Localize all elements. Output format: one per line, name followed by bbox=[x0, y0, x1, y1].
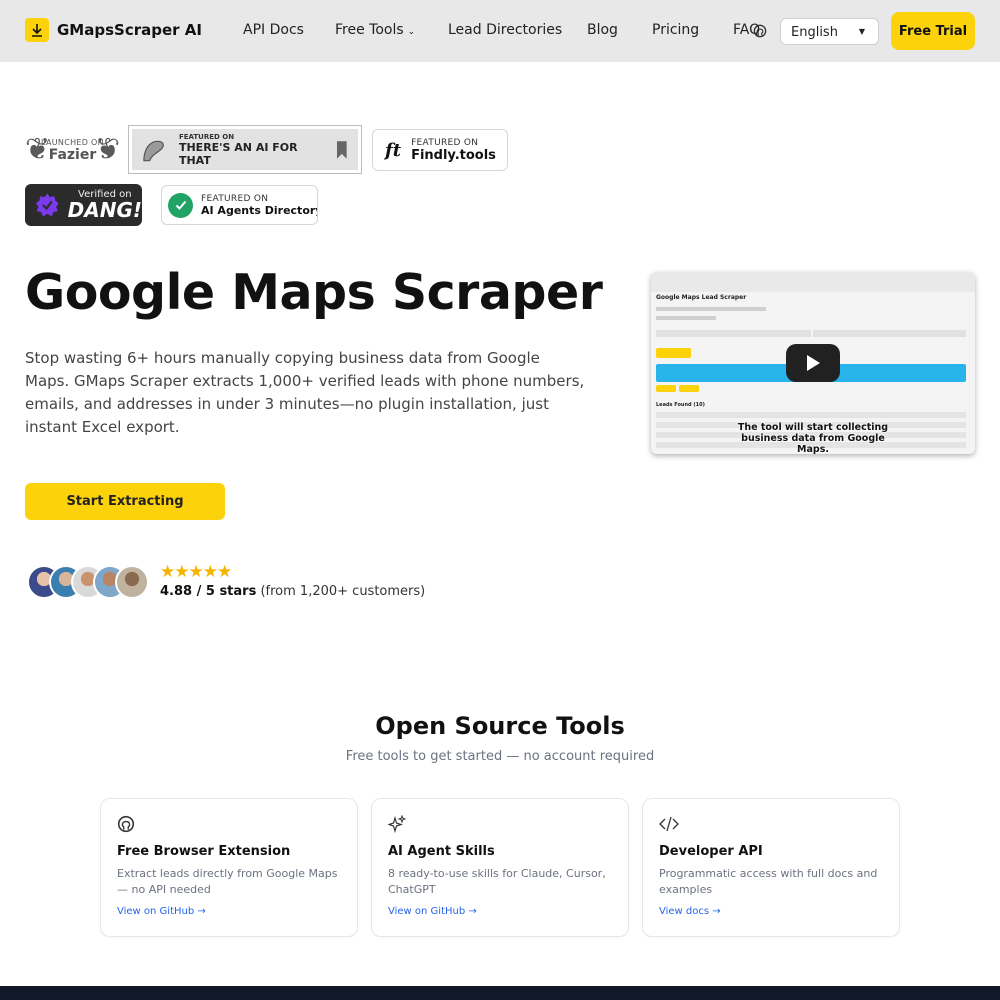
video-caption: The tool will start collecting business … bbox=[737, 422, 889, 454]
open-source-title: Open Source Tools bbox=[375, 712, 625, 740]
laurel-left-icon: ❦ bbox=[25, 132, 51, 167]
nav-pricing[interactable]: Pricing bbox=[652, 22, 699, 38]
badge-agents-small: FEATURED ON bbox=[201, 193, 269, 204]
open-source-subtitle: Free tools to get started — no account r… bbox=[345, 749, 655, 764]
card-description: Programmatic access with full docs and e… bbox=[659, 867, 878, 896]
badge-theres-an-ai-small: FEATURED ON bbox=[178, 132, 235, 141]
check-circle-icon bbox=[168, 192, 193, 218]
hero-title: Google Maps Scraper bbox=[25, 264, 603, 321]
video-app-header bbox=[651, 272, 975, 292]
caret-down-icon: ▼ bbox=[858, 27, 865, 36]
badge-theres-an-ai-big: THERE'S AN AI FOR THAT bbox=[178, 140, 298, 167]
badge-findly-big: Findly.tools bbox=[411, 147, 496, 163]
badge-findly-small: FEATURED ON bbox=[411, 137, 479, 148]
language-value: English bbox=[791, 25, 838, 40]
video-search-button bbox=[656, 348, 691, 358]
card-browser-extension[interactable]: Free Browser Extension Extract leads dir… bbox=[100, 798, 358, 937]
brand-logo[interactable]: GMapsScraper AI bbox=[25, 18, 202, 42]
nav-api-docs[interactable]: API Docs bbox=[243, 22, 304, 38]
badge-findly[interactable]: ft FEATURED ON Findly.tools bbox=[372, 129, 508, 171]
github-icon[interactable] bbox=[753, 23, 767, 42]
card-title: Developer API bbox=[659, 844, 763, 859]
hero-description: Stop wasting 6+ hours manually copying b… bbox=[25, 349, 585, 436]
download-icon bbox=[25, 18, 49, 42]
rating-stars: ★★★★★ bbox=[160, 562, 232, 582]
badge-dang-big: DANG! bbox=[67, 198, 142, 222]
verified-seal-icon bbox=[35, 193, 59, 217]
card-link[interactable]: View on GitHub → bbox=[117, 906, 206, 917]
nav-free-tools[interactable]: Free Tools ⌄ bbox=[335, 22, 415, 38]
video-input bbox=[813, 330, 966, 337]
video-table-row bbox=[656, 412, 966, 418]
sparkles-icon bbox=[387, 814, 407, 837]
card-title: AI Agent Skills bbox=[388, 844, 495, 859]
bookmark-icon bbox=[337, 140, 348, 159]
badge-fazier[interactable]: ❦ LAUNCHED ON Fazier ❦ bbox=[25, 127, 120, 173]
brand-name: GMapsScraper AI bbox=[57, 21, 202, 39]
badge-agents-big: AI Agents Directory bbox=[201, 203, 318, 217]
customer-avatars bbox=[27, 565, 149, 599]
language-select[interactable]: English ▼ bbox=[780, 18, 879, 45]
card-link[interactable]: View docs → bbox=[659, 906, 721, 917]
rating-value: 4.88 / 5 stars bbox=[160, 584, 257, 599]
robot-arm-icon bbox=[143, 140, 164, 161]
video-text-line bbox=[656, 316, 716, 320]
video-text-line bbox=[656, 307, 766, 311]
card-ai-agent-skills[interactable]: AI Agent Skills 8 ready-to-use skills fo… bbox=[371, 798, 629, 937]
badge-dang[interactable]: Verified on DANG! bbox=[25, 184, 142, 226]
rating-text: 4.88 / 5 stars (from 1,200+ customers) bbox=[160, 584, 425, 599]
top-nav: GMapsScraper AI API Docs Free Tools ⌄ Lea… bbox=[0, 0, 1000, 62]
card-link[interactable]: View on GitHub → bbox=[388, 906, 477, 917]
video-input bbox=[656, 330, 811, 337]
nav-lead-directories[interactable]: Lead Directories bbox=[448, 22, 562, 38]
chevron-down-icon: ⌄ bbox=[407, 27, 416, 37]
video-app-title: Google Maps Lead Scraper bbox=[656, 294, 747, 301]
badge-ai-agents-directory[interactable]: FEATURED ON AI Agents Directory bbox=[161, 185, 318, 225]
card-description: 8 ready-to-use skills for Claude, Cursor… bbox=[388, 867, 606, 896]
github-icon bbox=[117, 815, 135, 837]
rating-note: (from 1,200+ customers) bbox=[260, 584, 426, 599]
nav-blog[interactable]: Blog bbox=[587, 22, 618, 38]
demo-video[interactable]: Google Maps Lead Scraper Leads Found (10… bbox=[651, 272, 975, 454]
footer-band bbox=[0, 986, 1000, 1000]
video-export-button bbox=[656, 385, 676, 392]
findly-logo-icon: ft bbox=[385, 139, 402, 161]
card-description: Extract leads directly from Google Maps … bbox=[117, 867, 338, 896]
card-title: Free Browser Extension bbox=[117, 844, 291, 859]
play-icon[interactable] bbox=[786, 344, 840, 382]
badge-theres-an-ai-inner: FEATURED ON THERE'S AN AI FOR THAT bbox=[132, 129, 358, 170]
code-icon bbox=[659, 815, 679, 837]
card-developer-api[interactable]: Developer API Programmatic access with f… bbox=[642, 798, 900, 937]
badge-fazier-big: Fazier bbox=[48, 146, 97, 163]
laurel-right-icon: ❦ bbox=[94, 132, 120, 167]
free-trial-button[interactable]: Free Trial bbox=[891, 12, 975, 50]
badge-theres-an-ai[interactable]: FEATURED ON THERE'S AN AI FOR THAT bbox=[128, 125, 362, 174]
video-export-button bbox=[679, 385, 699, 392]
video-leads-label: Leads Found (10) bbox=[656, 402, 705, 408]
avatar bbox=[115, 565, 149, 599]
start-extracting-button[interactable]: Start Extracting bbox=[25, 483, 225, 520]
nav-free-tools-label: Free Tools bbox=[335, 22, 404, 38]
